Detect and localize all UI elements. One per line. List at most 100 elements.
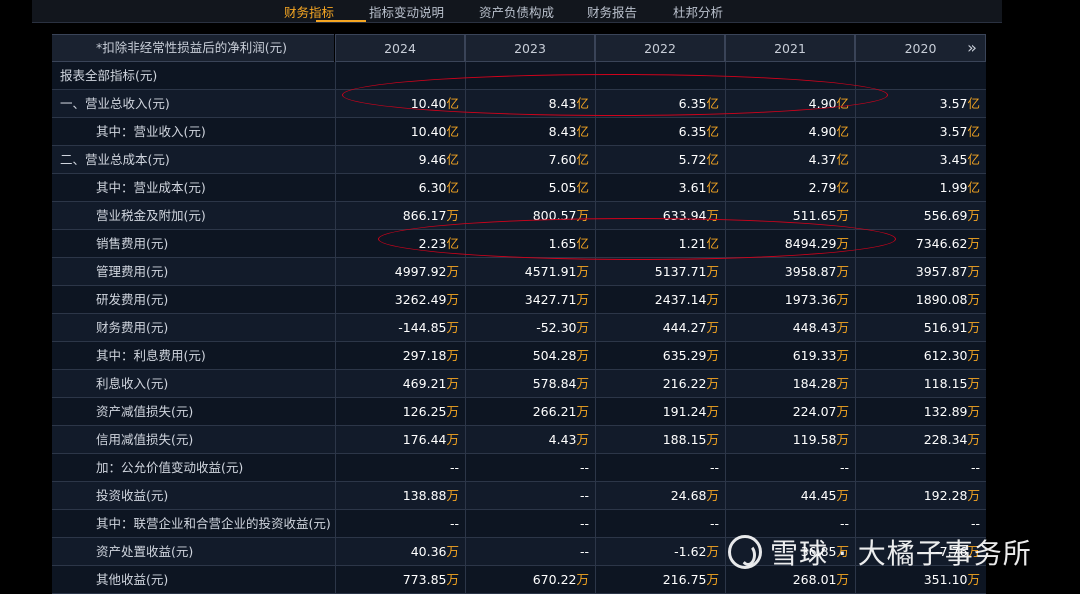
value-number: 2.23 xyxy=(418,236,447,251)
value-number: 444.27 xyxy=(662,320,707,335)
value-unit: 万 xyxy=(706,432,719,447)
value-number: 6.30 xyxy=(418,180,447,195)
value-cell: -- xyxy=(465,538,595,566)
tab-dupont-analysis[interactable]: 杜邦分析 xyxy=(673,2,723,21)
value-cell: 138.88万 xyxy=(335,482,465,510)
table-row: 销售费用(元) 2.23亿 1.65亿 1.21亿 8494.29万 7346.62万 xyxy=(52,230,986,258)
value-unit: 万 xyxy=(706,292,719,307)
value-unit: 万 xyxy=(967,348,980,363)
value-number: 132.89 xyxy=(923,404,968,419)
value-cell: 2.79亿 xyxy=(725,174,855,202)
double-chevron-right-icon[interactable]: » xyxy=(962,38,982,58)
value-number: 8.43 xyxy=(548,96,577,111)
value-number: -- xyxy=(839,516,849,531)
value-number: 8494.29 xyxy=(784,236,837,251)
year-header-2023: 2023 xyxy=(465,34,595,62)
value-cell: 504.28万 xyxy=(465,342,595,370)
value-cell: 9.46亿 xyxy=(335,146,465,174)
row-label: 财务费用(元) xyxy=(96,320,169,335)
value-number: 6.35 xyxy=(678,96,707,111)
value-number: -- xyxy=(970,460,980,475)
value-unit: 亿 xyxy=(967,152,980,167)
tab-indicator-change-notes[interactable]: 指标变动说明 xyxy=(369,2,444,21)
row-label: 其中：联营企业和合营企业的投资收益(元) xyxy=(96,516,331,531)
value-unit: 万 xyxy=(967,404,980,419)
value-cell: -- xyxy=(335,454,465,482)
value-cell: 8.43亿 xyxy=(465,118,595,146)
tab-financial-reports[interactable]: 财务报告 xyxy=(587,2,637,21)
value-unit: 万 xyxy=(446,292,459,307)
value-unit: 万 xyxy=(446,208,459,223)
table-row: 研发费用(元) 3262.49万 3427.71万 2437.14万 1973.36万 1… xyxy=(52,286,986,314)
value-number: 556.69 xyxy=(923,208,968,223)
value-cell: 7.60亿 xyxy=(465,146,595,174)
value-number: 216.22 xyxy=(662,376,707,391)
value-number: 448.43 xyxy=(792,320,837,335)
value-number: 1.65 xyxy=(548,236,577,251)
value-unit: 亿 xyxy=(836,152,849,167)
tab-balance-sheet-structure[interactable]: 资产负债构成 xyxy=(479,2,554,21)
value-unit: 万 xyxy=(576,376,589,391)
value-unit: 万 xyxy=(967,208,980,223)
value-unit: 万 xyxy=(836,208,849,223)
value-number: 10.40 xyxy=(410,124,447,139)
value-number: 3.45 xyxy=(939,152,968,167)
value-cell: 578.84万 xyxy=(465,370,595,398)
value-number: 8.43 xyxy=(548,124,577,139)
row-label: 其中：利息费用(元) xyxy=(96,348,206,363)
value-number: 612.30 xyxy=(923,348,968,363)
value-cell: 184.28万 xyxy=(725,370,855,398)
snowball-logo-icon xyxy=(728,535,762,569)
value-unit: 亿 xyxy=(967,124,980,139)
row-label: 二、营业总成本(元) xyxy=(60,152,170,167)
value-unit: 万 xyxy=(836,376,849,391)
value-number: 4.90 xyxy=(808,96,837,111)
value-unit: 亿 xyxy=(446,236,459,251)
value-number: -- xyxy=(970,516,980,531)
value-unit: 亿 xyxy=(836,180,849,195)
value-number: -52.30 xyxy=(536,320,577,335)
value-unit: 万 xyxy=(706,264,719,279)
value-cell xyxy=(465,62,595,90)
value-unit: 亿 xyxy=(967,96,980,111)
value-number: -- xyxy=(579,460,589,475)
value-unit: 亿 xyxy=(836,96,849,111)
value-number: 9.46 xyxy=(418,152,447,167)
value-number: 516.91 xyxy=(923,320,968,335)
value-cell: 266.21万 xyxy=(465,398,595,426)
value-cell: 773.85万 xyxy=(335,566,465,594)
financial-table: *扣除非经常性损益后的净利润(元) 2024 2023 2022 2021 20… xyxy=(52,34,986,594)
value-cell: 511.65万 xyxy=(725,202,855,230)
value-number: 4571.91 xyxy=(524,264,577,279)
table-row: 报表全部指标(元) xyxy=(52,62,986,90)
value-cell: 228.34万 xyxy=(855,426,986,454)
value-number: 7.60 xyxy=(548,152,577,167)
value-unit: 万 xyxy=(576,208,589,223)
value-number: 670.22 xyxy=(532,572,577,587)
value-unit: 万 xyxy=(967,320,980,335)
value-number: 6.35 xyxy=(678,124,707,139)
value-cell: 4571.91万 xyxy=(465,258,595,286)
value-cell: 866.17万 xyxy=(335,202,465,230)
value-cell: 119.58万 xyxy=(725,426,855,454)
value-cell: 4.43万 xyxy=(465,426,595,454)
value-cell: 10.40亿 xyxy=(335,118,465,146)
table-row: 其中：利息费用(元) 297.18万 504.28万 635.29万 619.33万 61… xyxy=(52,342,986,370)
value-unit: 万 xyxy=(836,264,849,279)
value-number: -- xyxy=(449,460,459,475)
value-unit: 万 xyxy=(446,572,459,587)
value-unit: 万 xyxy=(576,320,589,335)
value-unit: 万 xyxy=(836,404,849,419)
value-unit: 万 xyxy=(446,404,459,419)
value-unit: 万 xyxy=(706,488,719,503)
value-cell: -- xyxy=(595,454,725,482)
row-label: 报表全部指标(元) xyxy=(60,68,158,83)
tab-bar: 财务指标 指标变动说明 资产负债构成 财务报告 杜邦分析 xyxy=(32,0,1002,23)
value-cell: 3.57亿 xyxy=(855,118,986,146)
value-cell: 633.94万 xyxy=(595,202,725,230)
value-number: 297.18 xyxy=(402,348,447,363)
row-label: 加：公允价值变动收益(元) xyxy=(96,460,244,475)
value-cell: -- xyxy=(595,510,725,538)
tab-financial-indicators[interactable]: 财务指标 xyxy=(284,2,334,21)
value-number: 3.57 xyxy=(939,124,968,139)
